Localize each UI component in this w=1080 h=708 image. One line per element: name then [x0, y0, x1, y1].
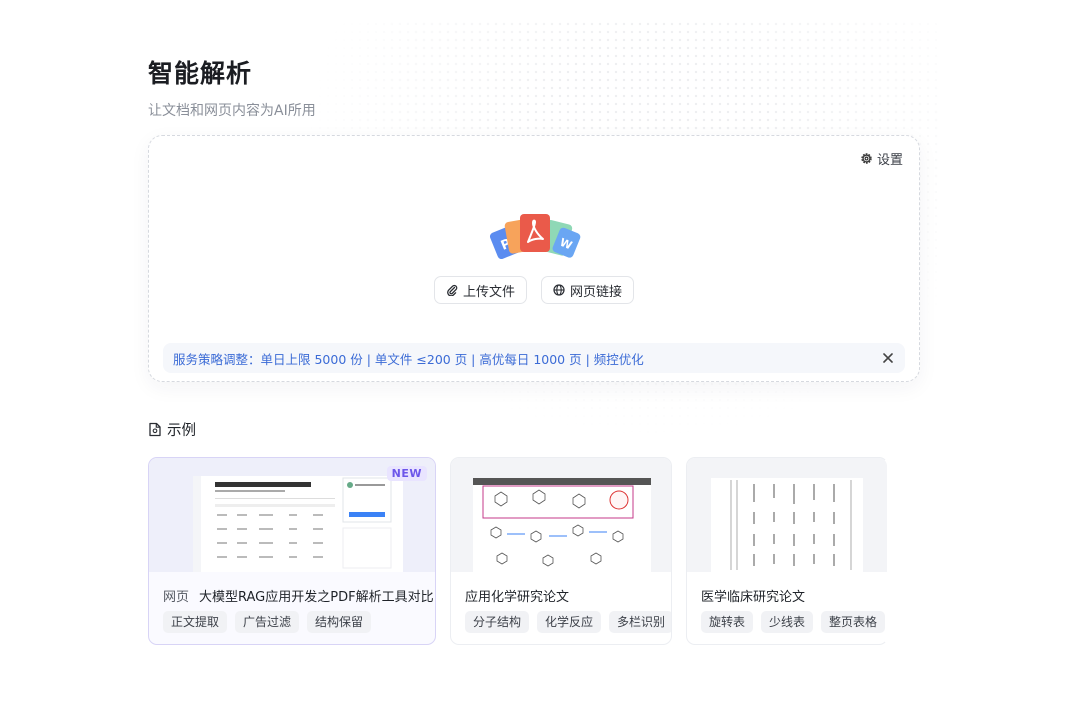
notice-text: 服务策略调整：单日上限 5000 份 | 单文件 ≤200 页 | 高优每日 1…: [173, 351, 644, 367]
example-thumbnail: [687, 458, 887, 572]
examples-heading: 示例: [148, 419, 196, 440]
new-badge: NEW: [386, 466, 427, 481]
settings-label: 设置: [876, 153, 903, 168]
example-type-label: 网页: [163, 590, 190, 605]
file-types-icon: P W: [489, 214, 581, 260]
tag: 广告过滤: [235, 611, 300, 633]
tag: 正文提取: [163, 611, 228, 633]
example-title: 网页 大模型RAG应用开发之PDF解析工具对比: [163, 586, 434, 605]
medical-paper-preview-image: [711, 478, 863, 572]
example-card-rag[interactable]: NEW 网页 大模型RAG应用开发之PDF解析工具对比 正文提取 广告过滤 结构保…: [148, 457, 436, 645]
web-link-button[interactable]: 网页链接: [541, 276, 635, 304]
webpage-preview-image: [193, 476, 403, 572]
chemistry-paper-preview-image: [473, 478, 651, 572]
settings-button[interactable]: 设置: [860, 149, 903, 168]
tag: 少线表: [761, 611, 814, 633]
notice-banner: 服务策略调整：单日上限 5000 份 | 单文件 ≤200 页 | 高优每日 1…: [163, 343, 905, 373]
document-icon: [149, 422, 161, 437]
close-icon[interactable]: [881, 351, 895, 365]
example-thumbnail: NEW: [149, 458, 435, 572]
examples-heading-label: 示例: [167, 423, 196, 439]
tag: 整页表格: [821, 611, 886, 633]
tag: 分子结构: [465, 611, 530, 633]
example-card-medical[interactable]: 医学临床研究论文 旋转表 少线表 整页表格: [686, 457, 888, 645]
page-subtitle: 让文档和网页内容为AI所用: [148, 103, 316, 119]
example-title-text: 大模型RAG应用开发之PDF解析工具对比: [199, 590, 434, 605]
upload-file-button[interactable]: 上传文件: [433, 276, 527, 304]
web-link-label: 网页链接: [570, 284, 623, 300]
tag: 化学反应: [537, 611, 602, 633]
tag: 旋转表: [701, 611, 754, 633]
example-card-chemistry[interactable]: 应用化学研究论文 分子结构 化学反应 多栏识别: [450, 457, 672, 645]
example-tags: 分子结构 化学反应 多栏识别: [465, 611, 671, 633]
example-title: 医学临床研究论文: [701, 590, 806, 605]
example-thumbnail: [451, 458, 671, 572]
tag: 多栏识别: [609, 611, 671, 633]
example-tags: 正文提取 广告过滤 结构保留: [163, 611, 372, 633]
upload-dropzone[interactable]: 设置 P W 上传文件 网页链接 服务策略调整：单日上限 5000 份 | 单文…: [148, 135, 920, 382]
example-tags: 旋转表 少线表 整页表格: [701, 611, 886, 633]
upload-file-label: 上传文件: [462, 284, 515, 300]
globe-icon: [553, 284, 565, 296]
tag: 结构保留: [307, 611, 372, 633]
paperclip-icon: [447, 284, 458, 296]
page-title: 智能解析: [148, 59, 253, 88]
example-title: 应用化学研究论文: [465, 590, 570, 605]
gear-icon: [861, 153, 872, 164]
